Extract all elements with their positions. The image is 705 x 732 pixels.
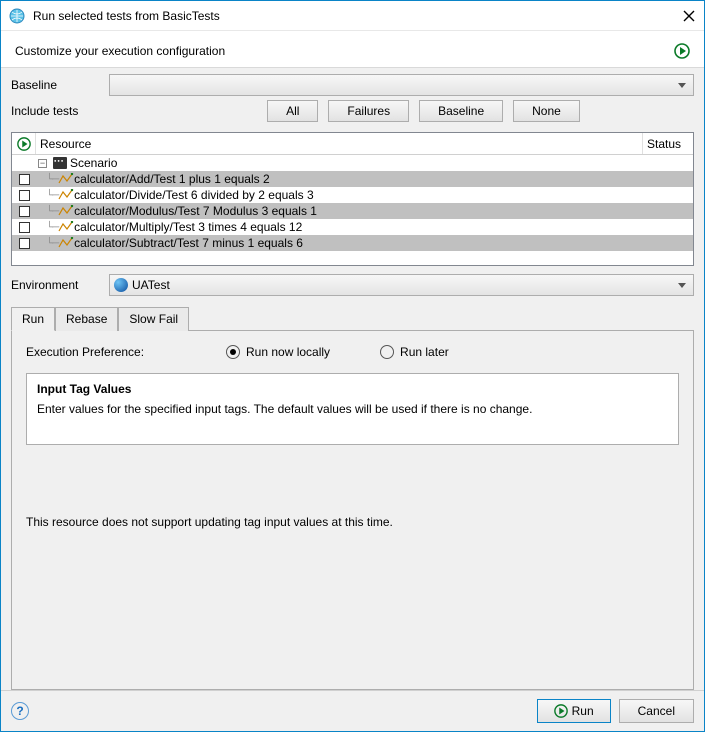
- tab-slow-fail[interactable]: Slow Fail: [118, 307, 189, 331]
- radio-bullet-icon: [380, 345, 394, 359]
- input-tag-title: Input Tag Values: [37, 382, 668, 396]
- test-label: calculator/Multiply/Test 3 times 4 equal…: [74, 220, 302, 234]
- tab-rebase[interactable]: Rebase: [55, 307, 118, 331]
- test-checkbox[interactable]: [19, 238, 30, 249]
- include-tests-label: Include tests: [11, 104, 97, 118]
- header-section: Customize your execution configuration: [1, 31, 704, 68]
- baseline-label: Baseline: [11, 78, 109, 92]
- tree-test-row[interactable]: └─ calculator/Add/Test 1 plus 1 equals 2: [12, 171, 693, 187]
- globe-icon: [114, 278, 128, 292]
- baseline-select[interactable]: [109, 74, 694, 96]
- tree-test-row[interactable]: └─ calculator/Subtract/Test 7 minus 1 eq…: [12, 235, 693, 251]
- dialog-footer: ? Run Cancel: [1, 690, 704, 731]
- test-checkbox[interactable]: [19, 174, 30, 185]
- test-label: calculator/Divide/Test 6 divided by 2 eq…: [74, 188, 313, 202]
- run-button-label: Run: [572, 704, 594, 718]
- radio-bullet-icon: [226, 345, 240, 359]
- environment-select[interactable]: UATest: [109, 274, 694, 296]
- test-checkbox[interactable]: [19, 222, 30, 233]
- cancel-button[interactable]: Cancel: [619, 699, 694, 723]
- tab-run[interactable]: Run: [11, 307, 55, 331]
- tree-header-run-icon[interactable]: [12, 133, 36, 154]
- tree-test-row[interactable]: └─ calculator/Multiply/Test 3 times 4 eq…: [12, 219, 693, 235]
- environment-value: UATest: [132, 278, 170, 292]
- form-area: Baseline Include tests All Failures Base…: [1, 68, 704, 132]
- exec-pref-label: Execution Preference:: [26, 345, 176, 359]
- test-icon: [58, 237, 74, 249]
- scenario-label: Scenario: [70, 156, 117, 170]
- run-tests-dialog: Run selected tests from BasicTests Custo…: [0, 0, 705, 732]
- test-icon: [58, 221, 74, 233]
- test-icon: [58, 189, 74, 201]
- input-tag-desc: Enter values for the specified input tag…: [37, 402, 668, 416]
- filter-baseline-button[interactable]: Baseline: [419, 100, 503, 122]
- filter-none-button[interactable]: None: [513, 100, 580, 122]
- test-icon: [58, 205, 74, 217]
- tests-tree: Resource Status − Scenario └─ calculator…: [11, 132, 694, 266]
- run-button[interactable]: Run: [537, 699, 611, 723]
- scenario-icon: [53, 157, 67, 169]
- test-label: calculator/Subtract/Test 7 minus 1 equal…: [74, 236, 303, 250]
- filter-all-button[interactable]: All: [267, 100, 318, 122]
- environment-label: Environment: [11, 278, 109, 292]
- test-checkbox[interactable]: [19, 206, 30, 217]
- test-label: calculator/Modulus/Test 7 Modulus 3 equa…: [74, 204, 317, 218]
- radio-run-locally[interactable]: Run now locally: [226, 345, 330, 359]
- run-header-icon: [674, 43, 690, 59]
- tree-scenario-row[interactable]: − Scenario: [12, 155, 693, 171]
- tab-content-run: Execution Preference: Run now locally Ru…: [11, 330, 694, 690]
- tree-collapse-icon[interactable]: −: [38, 159, 47, 168]
- radio-run-locally-label: Run now locally: [246, 345, 330, 359]
- cancel-button-label: Cancel: [638, 704, 675, 718]
- tree-test-row[interactable]: └─ calculator/Modulus/Test 7 Modulus 3 e…: [12, 203, 693, 219]
- radio-run-later[interactable]: Run later: [380, 345, 449, 359]
- test-label: calculator/Add/Test 1 plus 1 equals 2: [74, 172, 269, 186]
- tree-test-row[interactable]: └─ calculator/Divide/Test 6 divided by 2…: [12, 187, 693, 203]
- header-message: Customize your execution configuration: [15, 44, 225, 58]
- tree-header-status[interactable]: Status: [643, 133, 693, 154]
- input-tag-values-box: Input Tag Values Enter values for the sp…: [26, 373, 679, 445]
- help-icon[interactable]: ?: [11, 702, 29, 720]
- unsupported-notice: This resource does not support updating …: [26, 515, 679, 529]
- filter-failures-button[interactable]: Failures: [328, 100, 409, 122]
- tabs: Run Rebase Slow Fail: [11, 306, 694, 330]
- radio-run-later-label: Run later: [400, 345, 449, 359]
- titlebar: Run selected tests from BasicTests: [1, 1, 704, 31]
- close-icon[interactable]: [682, 9, 696, 23]
- tree-header-resource[interactable]: Resource: [36, 133, 643, 154]
- dialog-title: Run selected tests from BasicTests: [33, 9, 682, 23]
- test-checkbox[interactable]: [19, 190, 30, 201]
- test-icon: [58, 173, 74, 185]
- app-icon: [9, 8, 25, 24]
